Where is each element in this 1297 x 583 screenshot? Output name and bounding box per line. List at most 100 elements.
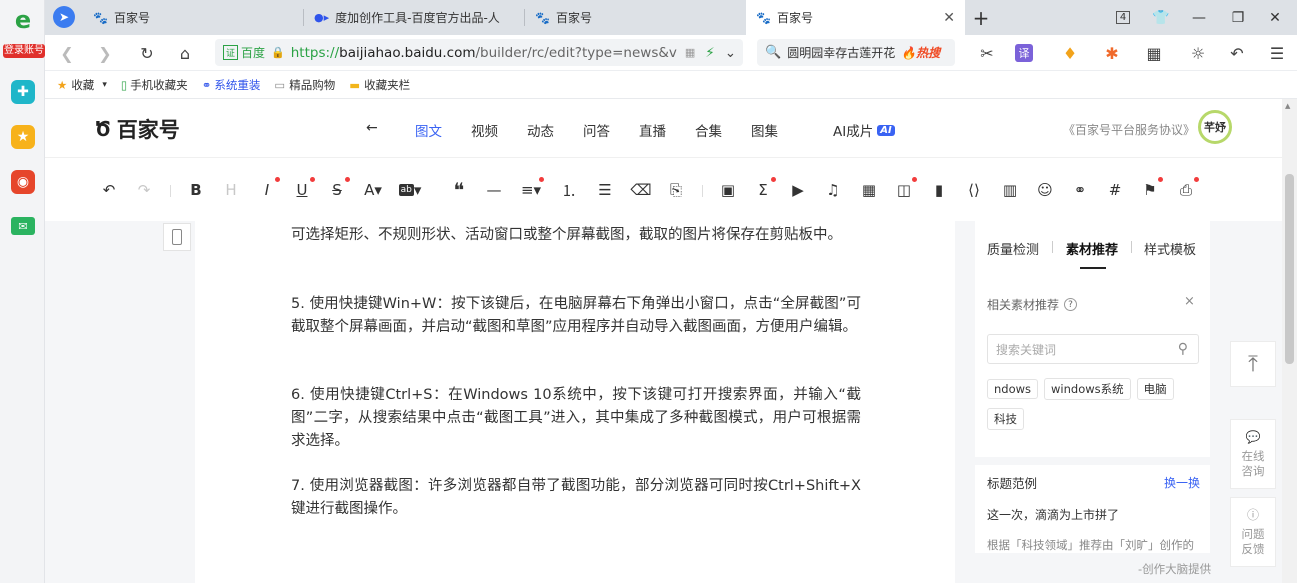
- tab-count-button[interactable]: 4: [1105, 0, 1141, 35]
- nav-ai-video[interactable]: AI成片 AI: [833, 120, 895, 140]
- back-icon[interactable]: ❮: [55, 41, 79, 65]
- page-scrollbar[interactable]: ▲: [1282, 99, 1297, 583]
- nav-qa[interactable]: 问答: [583, 120, 610, 140]
- import-doc-icon[interactable]: ⎘: [666, 181, 686, 199]
- forward-icon[interactable]: ❯: [93, 41, 117, 65]
- tab-style-template[interactable]: 样式模板: [1144, 239, 1196, 258]
- browser-logo[interactable]: e 登录账号: [3, 6, 45, 58]
- nav-live[interactable]: 直播: [639, 120, 666, 140]
- image-icon[interactable]: ▣: [718, 181, 738, 199]
- scrollbar-thumb[interactable]: [1285, 174, 1294, 364]
- formula-icon[interactable]: Σ: [753, 177, 776, 199]
- tab-4-active[interactable]: 🐾 百家号 ✕: [746, 0, 965, 35]
- feedback-button[interactable]: ⓘ 问题反馈: [1230, 497, 1276, 567]
- card-icon[interactable]: ◫: [894, 177, 917, 199]
- menu-icon[interactable]: ☰: [1265, 41, 1289, 65]
- keyword-search-input[interactable]: 搜索关键词 ⚲: [987, 334, 1199, 364]
- chevron-down-icon[interactable]: ⌄: [725, 45, 736, 61]
- avatar[interactable]: 芊妤: [1198, 110, 1232, 144]
- lightning-icon[interactable]: ⚡: [705, 45, 714, 61]
- back-to-top-button[interactable]: ⤒: [1230, 341, 1276, 387]
- apps-grid-icon[interactable]: ▦: [1142, 41, 1166, 65]
- video-icon[interactable]: ▶: [788, 181, 808, 199]
- address-bar[interactable]: 证百度 🔒 https:// baijiahao.baidu.com /buil…: [215, 39, 743, 66]
- bookmark-system-reinstall[interactable]: ⚭ 系统重装: [202, 77, 261, 93]
- scroll-up-icon[interactable]: ▲: [1285, 102, 1290, 110]
- strikethrough-icon[interactable]: S: [327, 177, 350, 199]
- close-tab-icon[interactable]: ✕: [943, 10, 955, 26]
- favorites-star-icon[interactable]: ★: [11, 125, 35, 149]
- search-icon[interactable]: ⚲: [1178, 341, 1188, 357]
- paragraph[interactable]: 可选择矩形、不规则形状、活动窗口或整个屏幕截图，截取的图片将保存在剪贴板中。: [291, 224, 861, 247]
- help-icon[interactable]: ?: [1064, 298, 1078, 311]
- vote-icon[interactable]: ⚑: [1140, 177, 1163, 199]
- shirt-icon[interactable]: 👕: [1143, 0, 1179, 35]
- bold-icon[interactable]: B: [186, 181, 206, 199]
- keyword-tag[interactable]: 科技: [987, 408, 1024, 430]
- hashtag-icon[interactable]: #: [1105, 181, 1125, 199]
- mail-icon[interactable]: ✉: [11, 217, 35, 235]
- scissors-icon[interactable]: ✂: [975, 41, 999, 65]
- tab-quality-check[interactable]: 质量检测: [987, 239, 1039, 258]
- redo-icon[interactable]: ↷: [134, 181, 154, 199]
- link-icon[interactable]: ⚭: [1070, 181, 1090, 199]
- keyword-tag[interactable]: ndows: [987, 379, 1039, 399]
- close-window-icon[interactable]: ✕: [1257, 0, 1293, 35]
- heading-icon[interactable]: H: [221, 181, 241, 199]
- bookmark-shopping[interactable]: ▭ 精品购物: [274, 77, 335, 93]
- bookmark-folder[interactable]: ▬ 收藏夹栏: [349, 77, 410, 93]
- background-color-icon[interactable]: ab ▾: [398, 181, 421, 199]
- italic-icon[interactable]: I: [257, 177, 280, 199]
- weibo-icon[interactable]: ◉: [11, 170, 35, 194]
- restore-icon[interactable]: ❐: [1220, 0, 1256, 35]
- home-icon[interactable]: ⌂: [173, 41, 197, 65]
- nav-video[interactable]: 视频: [471, 120, 498, 140]
- undo-icon[interactable]: ↶: [1225, 41, 1249, 65]
- navigate-icon[interactable]: ➤: [53, 6, 75, 28]
- nav-graphic-article[interactable]: 图文: [415, 120, 442, 140]
- clear-format-icon[interactable]: ⌫: [630, 181, 651, 199]
- audio-icon[interactable]: ♫: [823, 181, 843, 199]
- code-icon[interactable]: ⟨⟩: [964, 181, 984, 199]
- translate-icon[interactable]: 译: [1015, 44, 1033, 62]
- search-bar[interactable]: 🔍 圆明园幸存古莲开花 🔥热搜: [757, 39, 955, 66]
- paragraph[interactable]: 7. 使用浏览器截图：许多浏览器都自带了截图功能，部分浏览器可同时按Ctrl+S…: [291, 475, 861, 521]
- article-editor[interactable]: 可选择矩形、不规则形状、活动窗口或整个屏幕截图，截取的图片将保存在剪贴板中。 5…: [195, 221, 955, 583]
- new-tab-button[interactable]: +: [963, 0, 999, 35]
- table-icon[interactable]: ▦: [859, 181, 879, 199]
- qr-code-icon[interactable]: ▦: [685, 46, 695, 59]
- paragraph[interactable]: 5. 使用快捷键Win+W：按下该键后，在电脑屏幕右下角弹出小窗口，点击“全屏截…: [291, 293, 861, 339]
- reload-icon[interactable]: ↻: [135, 41, 159, 65]
- app-shortcut-icon[interactable]: ✚: [11, 80, 35, 104]
- mobile-preview-button[interactable]: [163, 223, 191, 251]
- coupon-icon[interactable]: ♦: [1058, 41, 1082, 65]
- nav-gallery[interactable]: 图集: [751, 120, 778, 140]
- close-icon[interactable]: ×: [1184, 294, 1195, 309]
- refresh-link[interactable]: 换一换: [1164, 474, 1200, 491]
- font-color-icon[interactable]: A▾: [363, 181, 383, 199]
- tab-material-recommend[interactable]: 素材推荐: [1066, 239, 1118, 258]
- example-title[interactable]: 这一次，滴滴为上市拼了: [987, 506, 1119, 523]
- paragraph[interactable]: 6. 使用快捷键Ctrl+S：在Windows 10系统中，按下该键可打开搜索界…: [291, 384, 861, 453]
- minimize-icon[interactable]: —: [1181, 0, 1217, 35]
- ordered-list-icon[interactable]: ⒈: [559, 181, 579, 200]
- back-arrow-icon[interactable]: ←: [366, 120, 378, 136]
- bookmark-mobile[interactable]: ▯ 手机收藏夹: [121, 77, 188, 93]
- user-icon[interactable]: ☺: [1035, 181, 1055, 199]
- tab-1[interactable]: 🐾 百家号: [83, 0, 303, 35]
- tab-3[interactable]: 🐾 百家号: [525, 0, 745, 35]
- nav-collection[interactable]: 合集: [695, 120, 722, 140]
- nav-dynamic[interactable]: 动态: [527, 120, 554, 140]
- divider-line-icon[interactable]: —: [484, 181, 504, 199]
- tab-2[interactable]: ●▸ 度加创作工具-百度官方出品-人: [304, 0, 524, 35]
- hot-search-badge[interactable]: 🔥热搜: [901, 44, 940, 61]
- document-icon[interactable]: ⎙: [1176, 177, 1199, 199]
- keyword-tag[interactable]: 电脑: [1136, 378, 1174, 400]
- align-icon[interactable]: ≡▾: [521, 177, 544, 199]
- underline-icon[interactable]: U: [292, 177, 315, 199]
- online-consult-button[interactable]: 💬 在线咨询: [1230, 419, 1276, 489]
- undo-icon[interactable]: ↶: [99, 181, 119, 199]
- bookmark-favorites[interactable]: ★ 收藏 ▾: [57, 77, 107, 93]
- login-account-button[interactable]: 登录账号: [3, 44, 45, 58]
- game-icon[interactable]: ✱: [1100, 41, 1124, 65]
